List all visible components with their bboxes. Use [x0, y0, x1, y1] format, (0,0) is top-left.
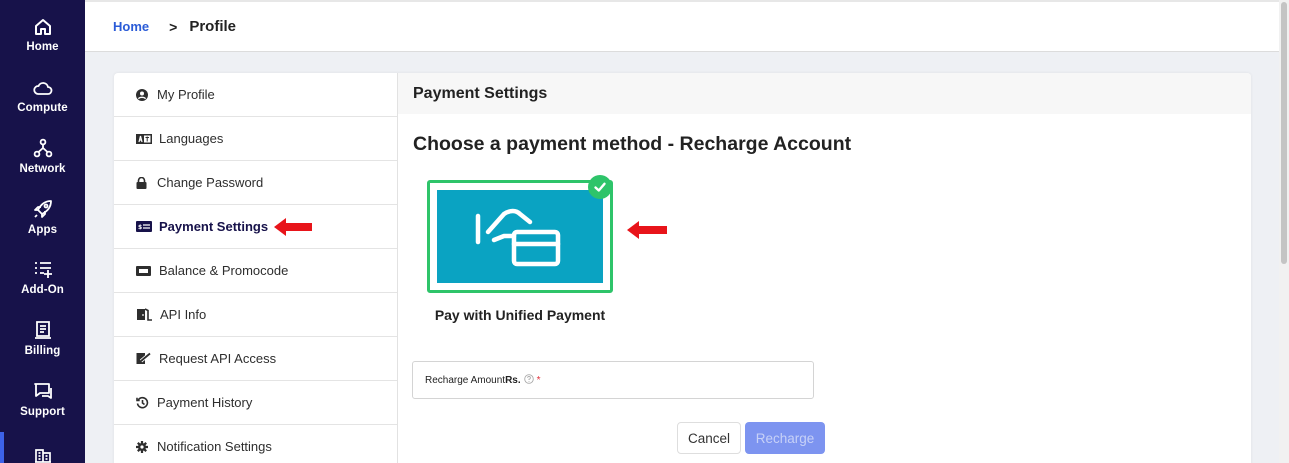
question-circle-icon[interactable]	[523, 373, 534, 387]
breadcrumb: Home > Profile	[113, 18, 236, 35]
menu-item-balance-promocode[interactable]: Balance & Promocode	[114, 249, 397, 293]
payment-settings-panel: Payment Settings Choose a payment method…	[398, 73, 1251, 463]
nav-label: Compute	[17, 102, 68, 114]
lock-icon	[136, 176, 154, 189]
recharge-amount-label: Recharge Amount	[425, 374, 506, 386]
top-bar: Home > Profile	[85, 0, 1279, 52]
menu-item-label: My Profile	[157, 87, 215, 102]
menu-item-label: Change Password	[157, 175, 264, 190]
profile-menu: My Profile Languages Change Password $ P…	[114, 73, 398, 463]
nav-label: Support	[20, 406, 65, 418]
menu-item-label: Payment History	[157, 395, 253, 410]
unified-payment-option[interactable]	[427, 180, 613, 293]
receipt-icon	[34, 316, 52, 340]
breadcrumb-home-link[interactable]: Home	[113, 19, 149, 34]
menu-item-label: Request API Access	[159, 351, 277, 366]
menu-item-change-password[interactable]: Change Password	[114, 161, 397, 205]
nav-item-home[interactable]: Home	[0, 12, 85, 70]
menu-item-payment-settings[interactable]: $ Payment Settings	[114, 205, 397, 249]
nav-item-network[interactable]: Network	[0, 134, 85, 192]
nav-item-add-on[interactable]: Add-On	[0, 255, 85, 313]
red-arrow-annotation	[274, 218, 312, 236]
home-icon	[34, 12, 52, 36]
menu-item-label: Payment Settings	[159, 219, 269, 234]
rocket-icon	[33, 195, 53, 219]
breadcrumb-separator: >	[169, 18, 178, 35]
menu-item-label: API Info	[160, 307, 207, 322]
payment-option-label: Pay with Unified Payment	[434, 307, 606, 323]
nav-label: Home	[26, 41, 59, 53]
cloud-icon	[32, 73, 53, 97]
menu-item-label: Languages	[159, 131, 224, 146]
menu-item-request-api-access[interactable]: Request API Access	[114, 337, 397, 381]
language-icon	[136, 133, 156, 144]
red-arrow-annotation	[627, 221, 667, 239]
chat-icon	[33, 377, 53, 401]
list-add-icon	[33, 255, 53, 279]
cancel-button[interactable]: Cancel	[677, 422, 741, 454]
nav-label: Apps	[27, 224, 58, 236]
breadcrumb-current: Profile	[189, 18, 236, 35]
edit-icon	[136, 352, 156, 365]
history-icon	[136, 396, 154, 409]
nav-label: Add-On	[21, 284, 64, 296]
menu-item-my-profile[interactable]: My Profile	[114, 73, 397, 117]
menu-item-label: Balance & Promocode	[159, 263, 289, 278]
nav-label: Network	[19, 163, 66, 175]
selected-check-icon	[588, 175, 612, 199]
page-scrollbar-thumb[interactable]	[1281, 2, 1287, 264]
recharge-button[interactable]: Recharge	[745, 422, 825, 454]
building-icon	[34, 439, 52, 463]
currency-label: Rs.	[505, 374, 521, 386]
side-navigation: Home Compute Network Apps Add-On Billing	[0, 0, 85, 463]
menu-item-notification-settings[interactable]: Notification Settings	[114, 425, 397, 463]
door-icon	[136, 308, 157, 321]
nav-label: Billing	[24, 345, 61, 357]
nav-item-compute[interactable]: Compute	[0, 73, 85, 131]
nav-item-organization[interactable]	[0, 432, 85, 463]
nav-item-apps[interactable]: Apps	[0, 195, 85, 253]
ticket-icon	[136, 265, 156, 276]
recharge-amount-field[interactable]: Recharge Amount Rs. *	[412, 361, 814, 399]
active-indicator	[0, 432, 4, 463]
card-payment-icon	[437, 190, 603, 283]
gear-icon	[136, 440, 154, 453]
panel-header: Payment Settings	[398, 73, 1251, 114]
menu-item-languages[interactable]: Languages	[114, 117, 397, 161]
network-icon	[33, 134, 53, 158]
profile-card: My Profile Languages Change Password $ P…	[114, 73, 1251, 463]
required-mark: *	[536, 374, 541, 386]
menu-item-payment-history[interactable]: Payment History	[114, 381, 397, 425]
menu-item-api-info[interactable]: API Info	[114, 293, 397, 337]
nav-item-billing[interactable]: Billing	[0, 316, 85, 374]
menu-item-label: Notification Settings	[157, 439, 272, 454]
nav-item-support[interactable]: Support	[0, 377, 85, 435]
svg-text:$: $	[138, 224, 142, 231]
page-title: Choose a payment method - Recharge Accou…	[413, 133, 852, 155]
user-circle-icon	[136, 88, 154, 101]
payment-card-icon: $	[136, 221, 156, 232]
